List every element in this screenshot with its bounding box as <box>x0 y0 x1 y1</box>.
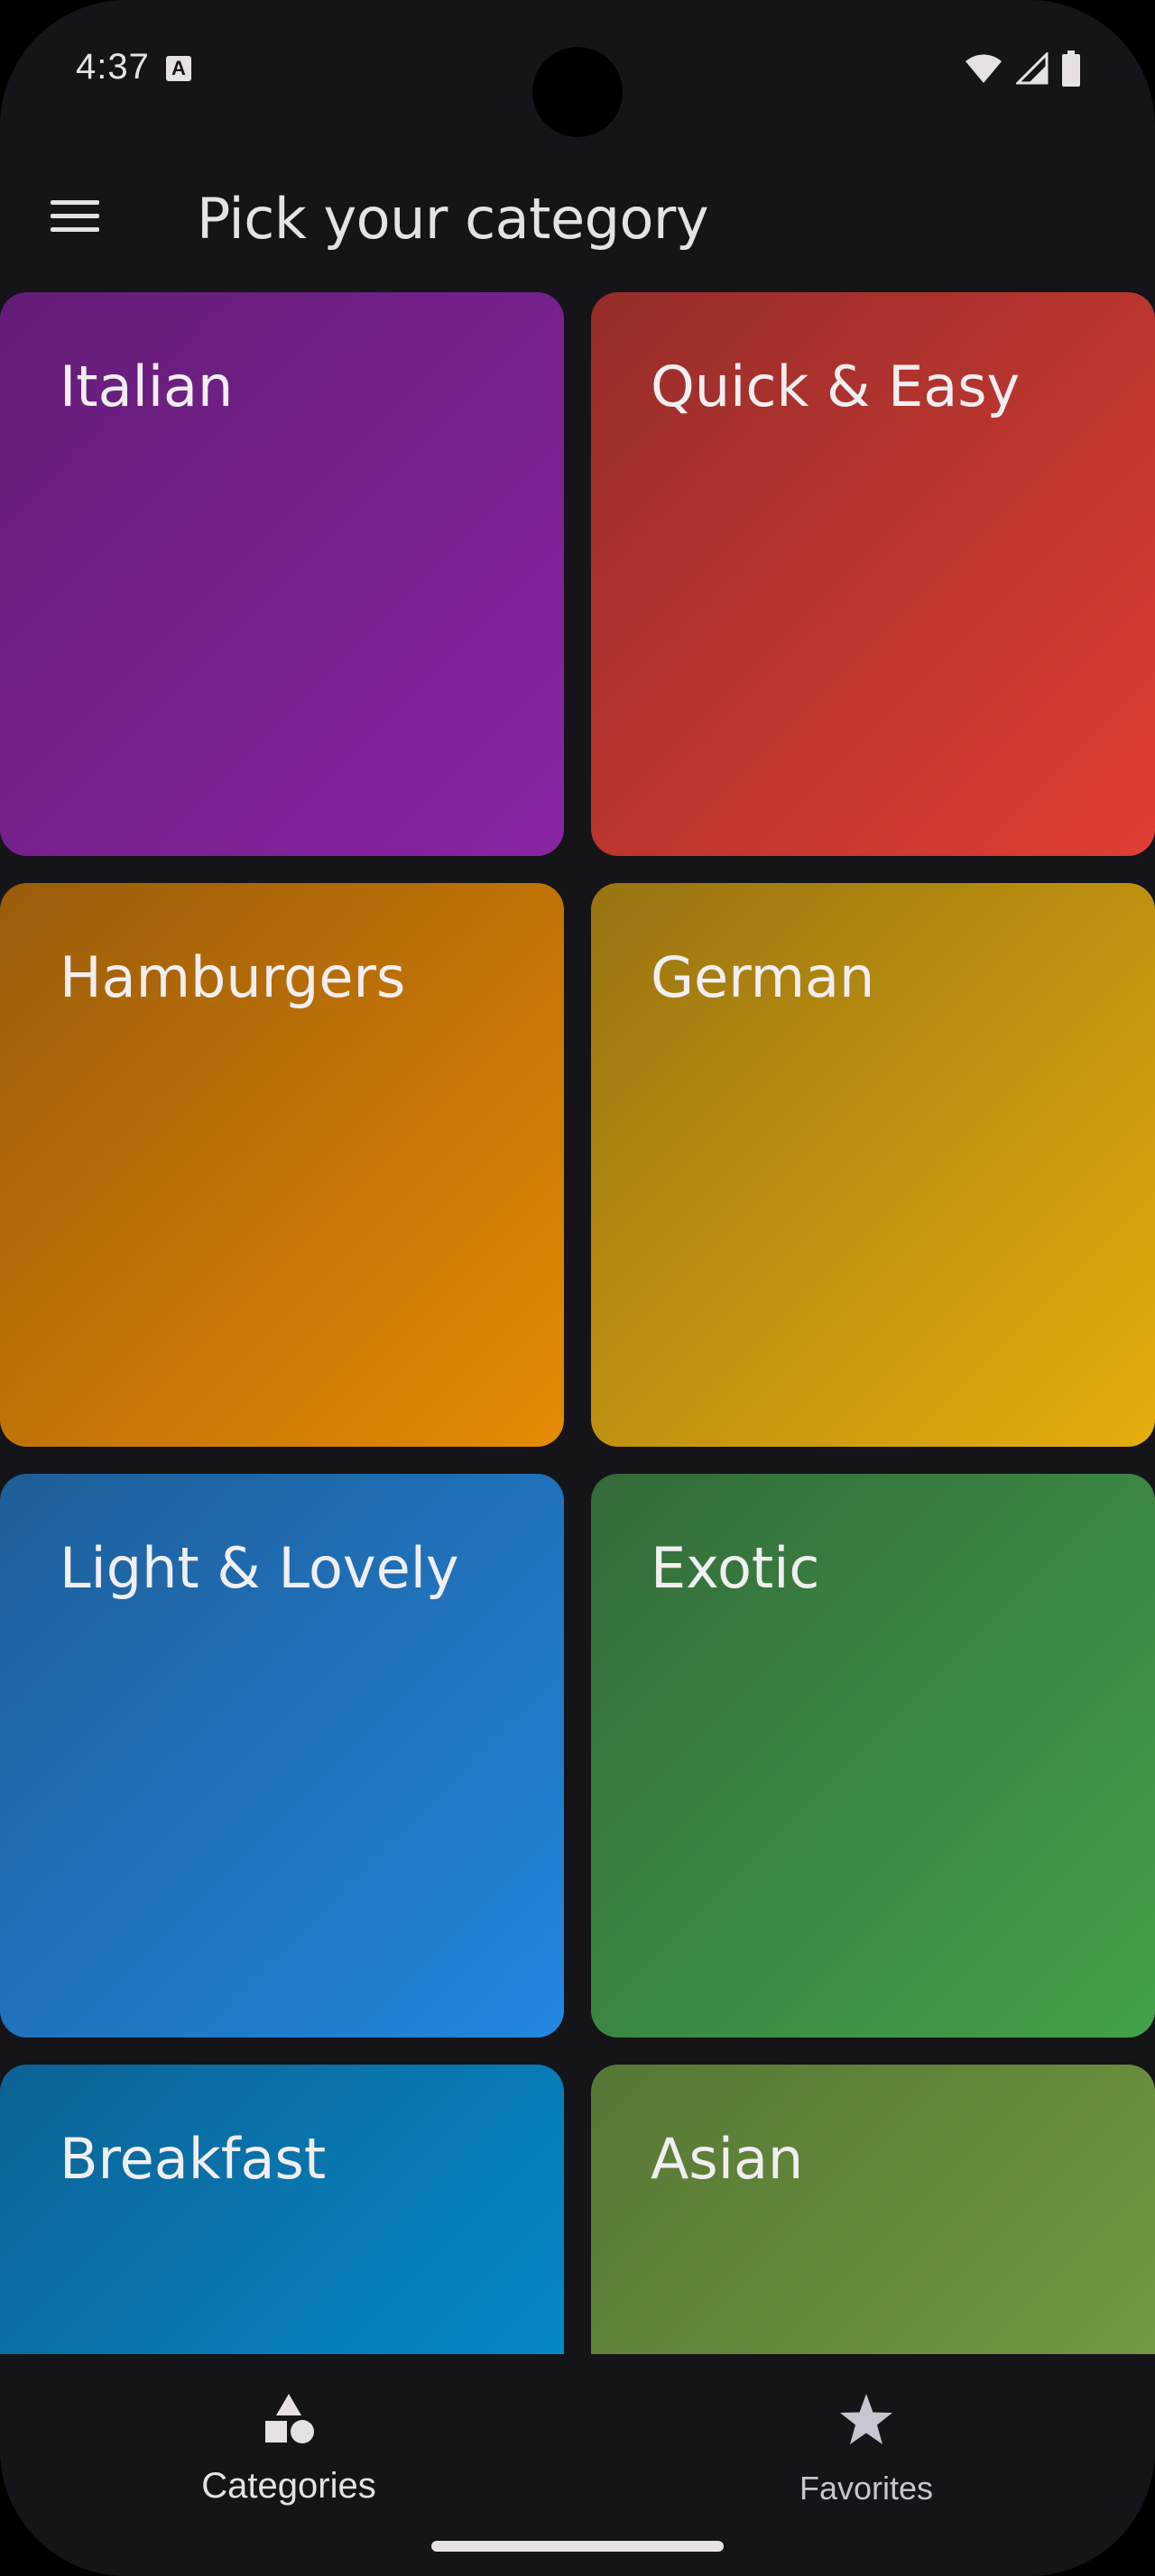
category-tile-german[interactable]: German <box>591 883 1155 1447</box>
category-label: Quick & Easy <box>651 354 1021 419</box>
status-icons <box>964 51 1081 87</box>
nav-label-favorites: Favorites <box>799 2470 934 2507</box>
category-shapes-icon <box>265 2394 314 2443</box>
category-tile-light-lovely[interactable]: Light & Lovely <box>0 1474 564 2038</box>
page-title: Pick your category <box>197 186 709 252</box>
home-indicator[interactable] <box>431 2541 724 2552</box>
category-label: Hamburgers <box>60 944 406 1010</box>
text-a-notification-icon: A <box>166 56 191 81</box>
category-tile-hamburgers[interactable]: Hamburgers <box>0 883 564 1447</box>
category-label: Asian <box>651 2126 804 2192</box>
nav-item-favorites[interactable]: Favorites <box>578 2376 1155 2511</box>
category-tile-exotic[interactable]: Exotic <box>591 1474 1155 2038</box>
phone-screen: 4:37 A Pick your category Italian Quick … <box>0 0 1155 2576</box>
cell-signal-icon <box>1016 52 1049 85</box>
category-label: Breakfast <box>60 2126 327 2192</box>
battery-icon <box>1062 51 1080 87</box>
category-label: Exotic <box>651 1535 820 1601</box>
category-tile-italian[interactable]: Italian <box>0 292 564 856</box>
nav-item-categories[interactable]: Categories <box>0 2376 578 2511</box>
star-icon <box>840 2394 892 2444</box>
hamburger-menu-icon[interactable] <box>49 195 101 238</box>
category-tile-breakfast[interactable]: Breakfast <box>0 2065 564 2354</box>
status-bar: 4:37 A <box>0 0 1155 144</box>
nav-label-categories: Categories <box>201 2466 376 2506</box>
status-time: 4:37 <box>76 47 150 87</box>
category-tile-quick-easy[interactable]: Quick & Easy <box>591 292 1155 856</box>
category-label: Italian <box>60 354 234 419</box>
wifi-icon <box>966 54 1002 83</box>
category-tile-asian[interactable]: Asian <box>591 2065 1155 2354</box>
camera-cutout <box>532 47 623 137</box>
category-label: Light & Lovely <box>60 1535 459 1601</box>
top-app-bar: Pick your category <box>0 153 1155 280</box>
category-label: German <box>651 944 875 1010</box>
category-grid[interactable]: Italian Quick & Easy Hamburgers German L… <box>0 292 1155 2354</box>
